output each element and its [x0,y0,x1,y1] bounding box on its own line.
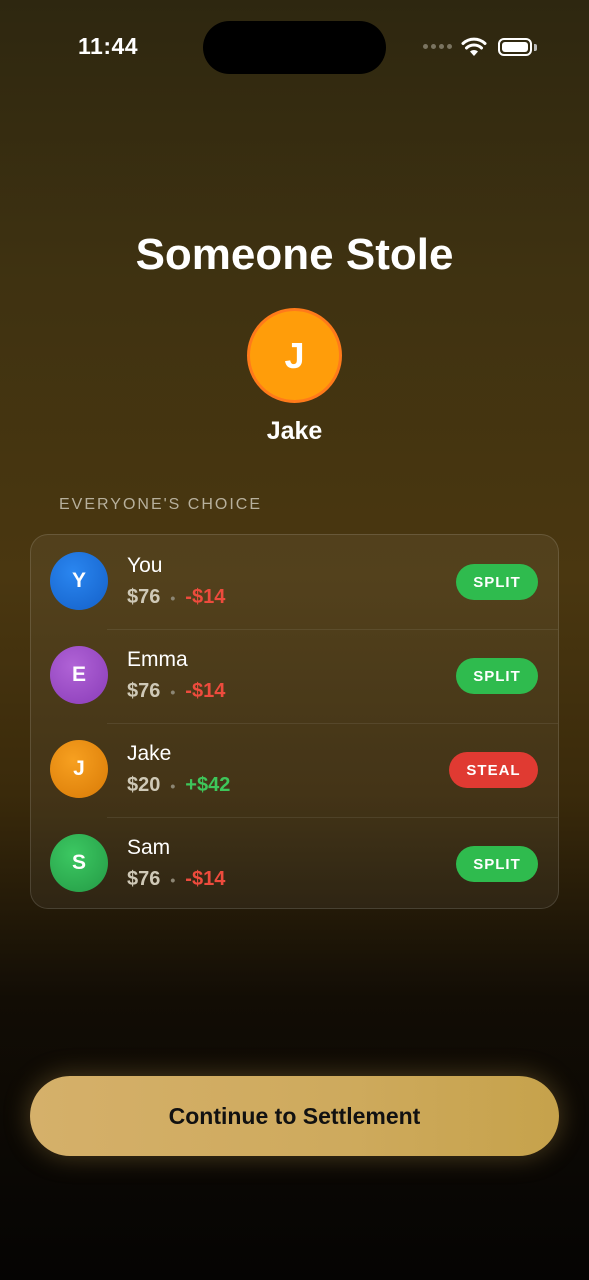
choice-badge: SPLIT [456,658,538,694]
battery-cap [534,44,537,51]
player-name: Jake [127,742,172,765]
separator-dot: • [170,777,176,794]
choice-badge: SPLIT [456,564,538,600]
choice-badge: STEAL [449,752,538,788]
choices-card: Y You $76 • -$14 SPLIT E Emma $76 • -$14… [30,534,559,909]
player-name: Emma [127,648,188,671]
avatar: Y [50,552,108,610]
player-name: Sam [127,836,171,859]
separator-dot: • [170,589,176,606]
player-amount: $20 [127,774,161,796]
avatar: J [50,740,108,798]
continue-to-settlement-button[interactable]: Continue to Settlement [30,1076,559,1156]
winner-name: Jake [266,417,323,445]
player-delta: -$14 [185,868,226,890]
page-title: Someone Stole [135,230,454,279]
player-money: $76 • -$14 [127,586,225,609]
section-label: EVERYONE'S CHOICE [59,496,263,513]
player-row: J Jake $20 • +$42 STEAL [31,723,558,817]
avatar: E [50,646,108,704]
player-money: $76 • -$14 [127,680,225,703]
player-amount: $76 [127,680,161,702]
player-row: Y You $76 • -$14 SPLIT [31,535,558,629]
player-row: E Emma $76 • -$14 SPLIT [31,629,558,723]
separator-dot: • [170,871,176,888]
separator-dot: • [170,683,176,700]
player-delta: -$14 [185,680,226,702]
player-delta: -$14 [185,586,226,608]
winner-avatar: J [247,308,342,403]
player-amount: $76 [127,586,161,608]
player-money: $76 • -$14 [127,868,225,891]
player-money: $20 • +$42 [127,774,230,797]
cellular-signal-icon [423,44,452,49]
player-name: You [127,554,163,577]
battery-icon [498,38,532,56]
wifi-icon [461,37,487,56]
player-delta: +$42 [185,774,231,796]
status-bar: 11:44 [0,0,589,90]
player-amount: $76 [127,868,161,890]
avatar: S [50,834,108,892]
status-time: 11:44 [78,33,139,59]
choice-badge: SPLIT [456,846,538,882]
dynamic-island [203,21,386,74]
player-row: S Sam $76 • -$14 SPLIT [31,817,558,908]
